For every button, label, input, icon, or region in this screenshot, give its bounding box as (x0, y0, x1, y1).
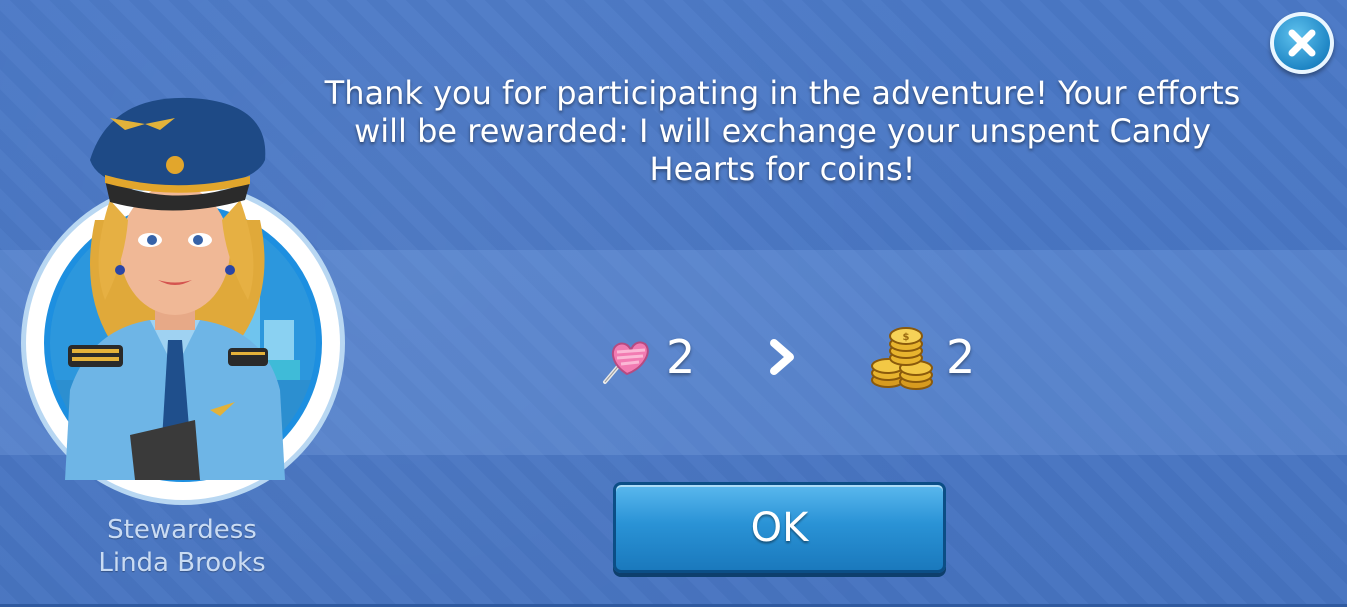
character-name: Linda Brooks (98, 548, 266, 578)
svg-text:$: $ (903, 332, 910, 343)
character-title: Stewardess (107, 515, 257, 545)
dialog-message: Thank you for participating in the adven… (324, 74, 1241, 188)
close-button[interactable] (1270, 12, 1334, 74)
close-icon (1288, 29, 1316, 57)
candy-amount: 2 (666, 330, 696, 384)
coins-icon: $ (871, 327, 933, 390)
coin-amount: 2 (946, 330, 976, 384)
chevron-right-icon (770, 339, 794, 375)
stewardess-avatar (65, 97, 285, 480)
candy-heart-icon (603, 341, 649, 384)
exchange-dialog: Thank you for participating in the adven… (0, 0, 1347, 607)
ok-button[interactable]: OK (613, 482, 946, 573)
